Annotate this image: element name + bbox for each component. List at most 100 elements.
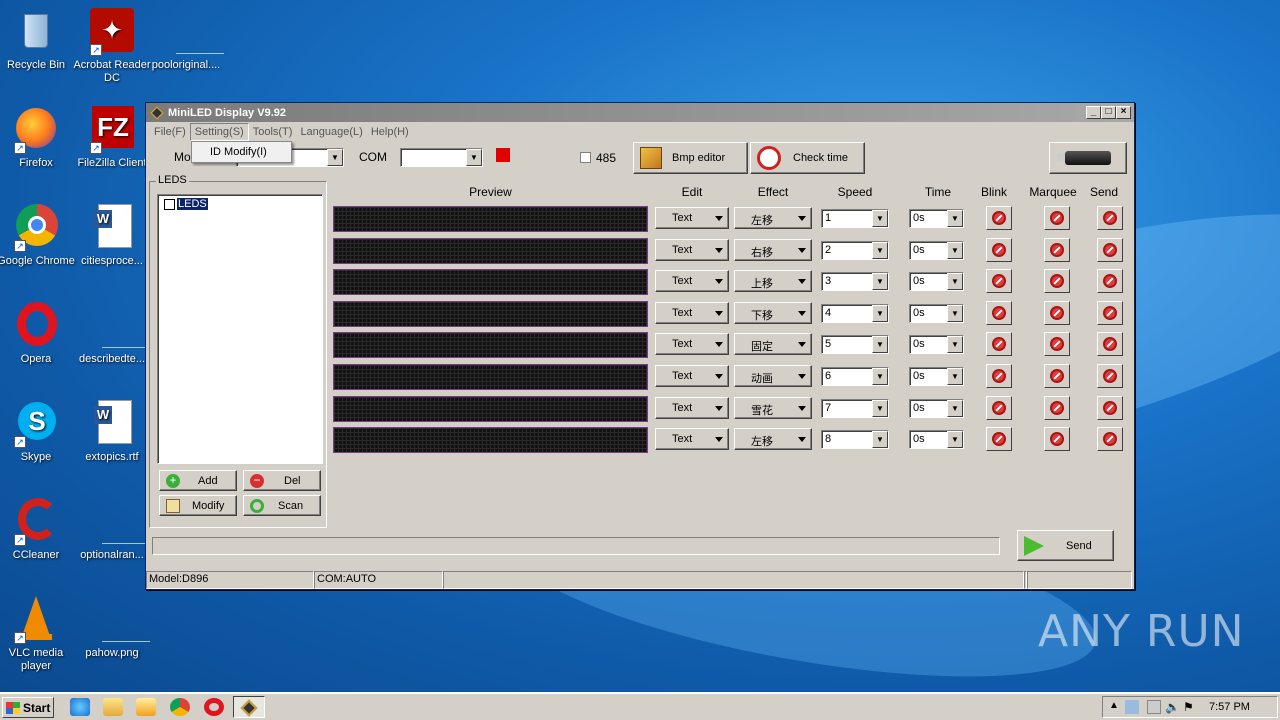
network-icon[interactable] [1125, 700, 1139, 714]
leds-tree[interactable]: LEDS [157, 194, 323, 464]
send-all-button[interactable]: Send [1017, 530, 1114, 561]
blink-toggle[interactable] [986, 206, 1012, 230]
time-select[interactable]: 0s ▼ [909, 304, 964, 323]
row-send-button[interactable] [1097, 396, 1123, 420]
minimize-button[interactable]: _ [1086, 106, 1101, 119]
edit-select[interactable]: Text [655, 428, 729, 450]
edit-select[interactable]: Text [655, 302, 729, 324]
chevron-up-icon[interactable]: ▲ [1109, 700, 1119, 711]
ie-icon[interactable] [70, 698, 90, 716]
miniled-taskbar-button[interactable] [233, 696, 265, 718]
time-select[interactable]: 0s ▼ [909, 209, 964, 228]
edit-select[interactable]: Text [655, 333, 729, 355]
maximize-button[interactable]: □ [1101, 106, 1116, 119]
effect-select[interactable]: 下移 [734, 302, 812, 324]
time-select[interactable]: 0s ▼ [909, 430, 964, 449]
speed-select[interactable]: 4 ▼ [821, 304, 889, 323]
edit-select[interactable]: Text [655, 397, 729, 419]
speed-select[interactable]: 1 ▼ [821, 209, 889, 228]
blink-toggle[interactable] [986, 364, 1012, 388]
time-select[interactable]: 0s ▼ [909, 241, 964, 260]
usb-device-button[interactable] [1049, 142, 1127, 174]
menu-language[interactable]: Language(L) [296, 124, 366, 140]
desktop-icon-describedte[interactable]: describedte... [73, 302, 151, 366]
effect-select[interactable]: 右移 [734, 239, 812, 261]
scan-button[interactable]: Scan [243, 495, 321, 516]
check-time-button[interactable]: Check time [750, 142, 865, 174]
desktop-icon-chrome[interactable]: ↗ Google Chrome [0, 204, 75, 268]
bmp-editor-button[interactable]: Bmp editor [633, 142, 748, 174]
media-player-icon[interactable] [136, 698, 156, 716]
edit-select[interactable]: Text [655, 270, 729, 292]
opera-taskbar-icon[interactable] [204, 698, 224, 716]
edit-select[interactable]: Text [655, 207, 729, 229]
modify-button[interactable]: Modify [159, 495, 237, 516]
row-send-button[interactable] [1097, 269, 1123, 293]
effect-select[interactable]: 左移 [734, 207, 812, 229]
com-select[interactable]: ▼ [400, 148, 483, 167]
blink-toggle[interactable] [986, 269, 1012, 293]
desktop-icon-acrobat[interactable]: ✦ ↗ Acrobat Reader DC [73, 8, 151, 85]
desktop-icon-recycle-bin[interactable]: Recycle Bin [0, 8, 75, 72]
row-send-button[interactable] [1097, 206, 1123, 230]
blink-toggle[interactable] [986, 301, 1012, 325]
tree-node-leds[interactable]: LEDS [164, 198, 208, 210]
desktop-icon-citiesproce[interactable]: W citiesproce... [73, 204, 151, 268]
desktop-icon-ccleaner[interactable]: ↗ CCleaner [0, 498, 75, 562]
speed-select[interactable]: 6 ▼ [821, 367, 889, 386]
menu-tools[interactable]: Tools(T) [249, 124, 297, 140]
close-button[interactable]: × [1116, 106, 1131, 119]
desktop-icon-pahow[interactable]: pahow.png [73, 596, 151, 660]
effect-select[interactable]: 动画 [734, 365, 812, 387]
desktop-icon-extopics[interactable]: W extopics.rtf [73, 400, 151, 464]
rs485-checkbox[interactable] [580, 152, 591, 163]
row-send-button[interactable] [1097, 427, 1123, 451]
action-center-icon[interactable] [1147, 700, 1161, 714]
marquee-toggle[interactable] [1044, 427, 1070, 451]
desktop-icon-firefox[interactable]: ↗ Firefox [0, 106, 75, 170]
desktop-icon-skype[interactable]: S ↗ Skype [0, 400, 75, 464]
desktop-icon-optionalran[interactable]: optionalran... [73, 498, 151, 562]
menu-setting[interactable]: Setting(S) [189, 122, 249, 141]
marquee-toggle[interactable] [1044, 238, 1070, 262]
clock[interactable]: 7:57 PM [1209, 701, 1250, 713]
effect-select[interactable]: 固定 [734, 333, 812, 355]
marquee-toggle[interactable] [1044, 332, 1070, 356]
speed-select[interactable]: 7 ▼ [821, 399, 889, 418]
blink-toggle[interactable] [986, 332, 1012, 356]
blink-toggle[interactable] [986, 238, 1012, 262]
desktop-icon-filezilla[interactable]: FZ ↗ FileZilla Client [73, 106, 151, 170]
desktop-icon-opera[interactable]: Opera [0, 302, 75, 366]
marquee-toggle[interactable] [1044, 301, 1070, 325]
flag-icon[interactable]: ⚑ [1183, 700, 1194, 714]
row-send-button[interactable] [1097, 364, 1123, 388]
del-button[interactable]: − Del [243, 470, 321, 491]
row-send-button[interactable] [1097, 332, 1123, 356]
menu-item-id-modify[interactable]: ID Modify(I) [210, 146, 267, 158]
effect-select[interactable]: 上移 [734, 270, 812, 292]
blink-toggle[interactable] [986, 427, 1012, 451]
effect-select[interactable]: 雪花 [734, 397, 812, 419]
desktop-icon-vlc[interactable]: ↗ VLC media player [0, 596, 75, 673]
edit-select[interactable]: Text [655, 365, 729, 387]
marquee-toggle[interactable] [1044, 206, 1070, 230]
time-select[interactable]: 0s ▼ [909, 399, 964, 418]
marquee-toggle[interactable] [1044, 396, 1070, 420]
volume-icon[interactable]: 🔈 [1165, 700, 1180, 714]
menu-file[interactable]: File(F) [150, 124, 190, 140]
speed-select[interactable]: 3 ▼ [821, 272, 889, 291]
row-send-button[interactable] [1097, 238, 1123, 262]
time-select[interactable]: 0s ▼ [909, 272, 964, 291]
time-select[interactable]: 0s ▼ [909, 335, 964, 354]
add-button[interactable]: + Add [159, 470, 237, 491]
menu-help[interactable]: Help(H) [367, 124, 413, 140]
row-send-button[interactable] [1097, 301, 1123, 325]
time-select[interactable]: 0s ▼ [909, 367, 964, 386]
speed-select[interactable]: 2 ▼ [821, 241, 889, 260]
node-checkbox[interactable] [164, 198, 175, 210]
marquee-toggle[interactable] [1044, 269, 1070, 293]
marquee-toggle[interactable] [1044, 364, 1070, 388]
speed-select[interactable]: 8 ▼ [821, 430, 889, 449]
effect-select[interactable]: 左移 [734, 428, 812, 450]
explorer-icon[interactable] [103, 698, 123, 716]
